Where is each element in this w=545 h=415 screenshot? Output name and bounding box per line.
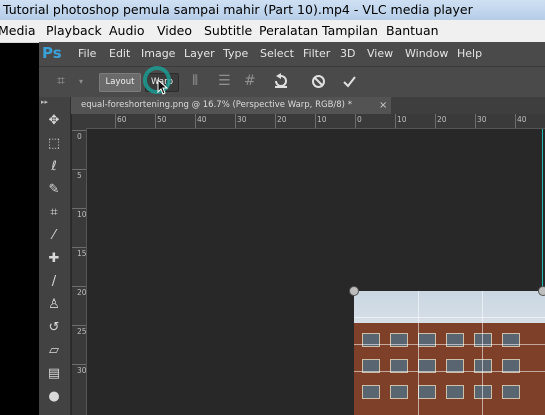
photoshop-window: Ps File Edit Image Layer Type Select Fil… bbox=[39, 42, 545, 415]
eraser-icon[interactable]: ▱ bbox=[44, 341, 64, 361]
ruler-label: 10 bbox=[77, 210, 87, 219]
lasso-tool-icon[interactable]: ℓ bbox=[44, 157, 64, 177]
photoshop-logo: Ps bbox=[42, 44, 62, 62]
warp-corner-pin[interactable] bbox=[349, 286, 359, 296]
brick-building bbox=[354, 323, 545, 415]
vlc-menu-bantuan[interactable]: Bantuan bbox=[386, 23, 439, 38]
ruler-label: 15 bbox=[77, 249, 87, 258]
vlc-menu-audio[interactable]: Audio bbox=[109, 23, 145, 38]
ps-menu-window[interactable]: Window bbox=[405, 47, 448, 60]
ruler-label: 0 bbox=[77, 132, 82, 141]
crop-tool-icon[interactable]: ⌗ bbox=[44, 203, 64, 223]
ps-menu-view[interactable]: View bbox=[367, 47, 393, 60]
history-brush-icon[interactable]: ↺ bbox=[44, 318, 64, 338]
options-bar: ⌗ ▾ Layout Warp ⦀ ☰ # bbox=[39, 66, 545, 98]
close-tab-icon[interactable]: × bbox=[379, 97, 387, 114]
vlc-menu-media[interactable]: Media bbox=[0, 23, 36, 38]
ps-menu-layer[interactable]: Layer bbox=[184, 47, 215, 60]
ruler-label: 40 bbox=[197, 115, 207, 124]
ps-menu-image[interactable]: Image bbox=[141, 47, 175, 60]
quick-select-icon[interactable]: ✎ bbox=[44, 180, 64, 200]
ps-menu-3d[interactable]: 3D bbox=[340, 47, 355, 60]
window-titlebar: Tutorial photoshop pemula sampai mahir (… bbox=[0, 0, 545, 20]
ruler-label: 25 bbox=[77, 327, 87, 336]
brush-icon[interactable]: / bbox=[44, 272, 64, 292]
vertical-ruler: 0 5 10 15 20 25 30 bbox=[72, 128, 87, 415]
warp-grid-line bbox=[354, 317, 545, 318]
building-image[interactable] bbox=[354, 291, 545, 415]
ruler-label: 10 bbox=[397, 115, 407, 124]
vlc-menubar: Media Playback Audio Video Subtitle Pera… bbox=[0, 20, 545, 43]
warp-corner-pin[interactable] bbox=[538, 286, 545, 296]
mouse-cursor-icon bbox=[157, 79, 169, 95]
auto-straighten-both-icon[interactable]: # bbox=[244, 73, 256, 89]
ruler-label: 20 bbox=[77, 288, 87, 297]
checkmark-icon[interactable] bbox=[342, 74, 357, 89]
ruler-label: 40 bbox=[517, 115, 527, 124]
eyedropper-icon[interactable]: ⁄ bbox=[44, 226, 64, 246]
layout-button[interactable]: Layout bbox=[99, 73, 141, 92]
ruler-label: 5 bbox=[77, 171, 82, 180]
marquee-tool-icon[interactable]: ⬚ bbox=[44, 134, 64, 154]
ps-menu-select[interactable]: Select bbox=[260, 47, 294, 60]
tool-preset-dropdown-icon[interactable]: ▾ bbox=[79, 77, 83, 86]
vlc-menu-peralatan[interactable]: Peralatan bbox=[259, 23, 318, 38]
ruler-label: 30 bbox=[237, 115, 247, 124]
ruler-label: 20 bbox=[277, 115, 287, 124]
warp-grid-line bbox=[354, 371, 545, 372]
auto-straighten-vertical-icon[interactable]: ⦀ bbox=[192, 73, 198, 89]
warp-grid-line bbox=[482, 291, 483, 415]
ruler-label: 0 bbox=[357, 115, 362, 124]
vlc-menu-video[interactable]: Video bbox=[157, 23, 192, 38]
vlc-menu-subtitle[interactable]: Subtitle bbox=[204, 23, 252, 38]
auto-straighten-horizontal-icon[interactable]: ☰ bbox=[218, 73, 231, 89]
undo-icon[interactable] bbox=[273, 73, 289, 89]
move-tool-icon[interactable]: ✥ bbox=[44, 111, 64, 131]
ruler-label: 10 bbox=[317, 115, 327, 124]
panel-collapse-icon[interactable]: ▸▸ bbox=[41, 98, 48, 106]
blur-tool-icon[interactable]: ● bbox=[44, 387, 64, 407]
vlc-menu-playback[interactable]: Playback bbox=[46, 23, 102, 38]
ruler-label: 50 bbox=[157, 115, 167, 124]
sky-area bbox=[354, 291, 545, 323]
warp-grid-line bbox=[418, 291, 419, 415]
warp-grid-line bbox=[354, 344, 545, 345]
ps-menu-filter[interactable]: Filter bbox=[303, 47, 330, 60]
ruler-label: 60 bbox=[117, 115, 127, 124]
ps-menu-file[interactable]: File bbox=[78, 47, 96, 60]
ps-menu-help[interactable]: Help bbox=[457, 47, 482, 60]
gradient-icon[interactable]: ▤ bbox=[44, 364, 64, 384]
ruler-label: 30 bbox=[477, 115, 487, 124]
window-title: Tutorial photoshop pemula sampai mahir (… bbox=[3, 2, 473, 17]
ruler-label: 30 bbox=[77, 366, 87, 375]
document-tabbar: equal-foreshortening.png @ 16.7% (Perspe… bbox=[39, 97, 545, 114]
cancel-icon[interactable] bbox=[311, 74, 326, 89]
ruler-label: 20 bbox=[437, 115, 447, 124]
vlc-menu-tampilan[interactable]: Tampilan bbox=[322, 23, 378, 38]
perspective-warp-tool-icon[interactable]: ⌗ bbox=[57, 73, 65, 89]
document-tab[interactable]: equal-foreshortening.png @ 16.7% (Perspe… bbox=[71, 97, 391, 114]
healing-brush-icon[interactable]: ✚ bbox=[44, 249, 64, 269]
horizontal-ruler: 60 50 40 30 20 10 0 10 20 30 40 bbox=[72, 114, 545, 129]
ps-menubar: Ps File Edit Image Layer Type Select Fil… bbox=[39, 42, 545, 66]
ps-menu-edit[interactable]: Edit bbox=[109, 47, 130, 60]
clone-stamp-icon[interactable]: ♙ bbox=[44, 295, 64, 315]
ps-menu-type[interactable]: Type bbox=[223, 47, 248, 60]
tools-panel: ▸▸ ✥ ⬚ ℓ ✎ ⌗ ⁄ ✚ / ♙ ↺ ▱ ▤ ● bbox=[39, 97, 71, 415]
